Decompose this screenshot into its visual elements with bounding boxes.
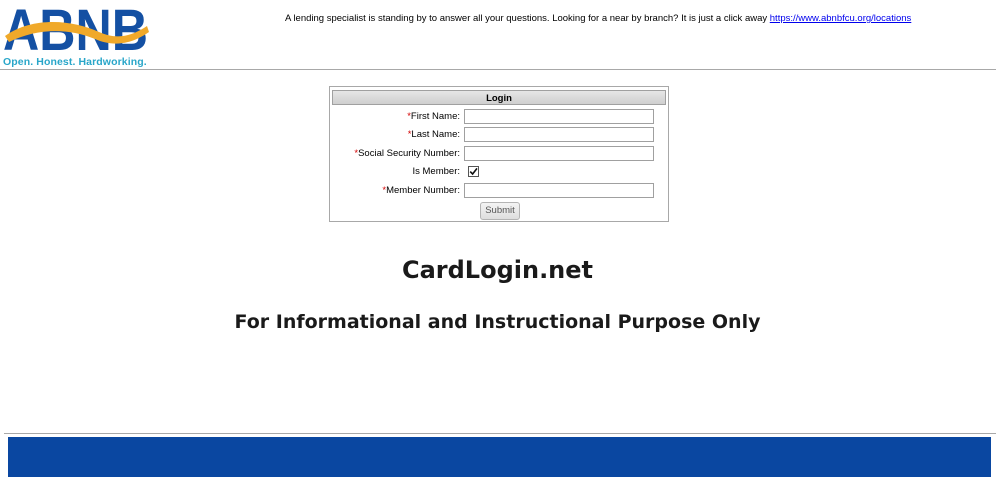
submit-button[interactable]: Submit — [480, 202, 520, 220]
last-name-label: *Last Name: — [407, 129, 460, 140]
page-header: ABNB Open. Honest. Hardworking. A lendin… — [0, 0, 999, 70]
locations-link[interactable]: https://www.abnbfcu.org/locations — [770, 13, 912, 24]
is-member-checkbox[interactable] — [468, 166, 479, 177]
page-title: CardLogin.net — [401, 256, 594, 284]
last-name-input[interactable] — [464, 127, 654, 142]
member-number-row: *Member Number: — [330, 183, 668, 199]
member-number-label: *Member Number: — [382, 185, 460, 196]
page-subtitle: For Informational and Instructional Purp… — [234, 311, 761, 333]
header-message-text: A lending specialist is standing by to a… — [285, 13, 770, 24]
first-name-label: *First Name: — [407, 111, 460, 122]
member-number-input[interactable] — [464, 183, 654, 198]
ssn-label: *Social Security Number: — [354, 148, 460, 159]
last-name-row: *Last Name: — [330, 127, 668, 143]
footer-bar — [8, 437, 991, 477]
is-member-label: Is Member: — [412, 166, 460, 177]
login-panel: Login *First Name: *Last Name: *Social S… — [329, 86, 669, 222]
ssn-input[interactable] — [464, 146, 654, 161]
login-panel-title: Login — [332, 90, 666, 105]
is-member-row: Is Member: — [330, 164, 668, 180]
header-divider — [0, 69, 996, 70]
footer-divider — [4, 433, 996, 434]
checkmark-icon — [469, 167, 478, 176]
header-message: A lending specialist is standing by to a… — [285, 13, 911, 24]
abnb-logo-icon: ABNB — [3, 2, 149, 58]
first-name-input[interactable] — [464, 109, 654, 124]
ssn-row: *Social Security Number: — [330, 146, 668, 162]
first-name-row: *First Name: — [330, 109, 668, 125]
brand-tagline: Open. Honest. Hardworking. — [3, 56, 147, 68]
